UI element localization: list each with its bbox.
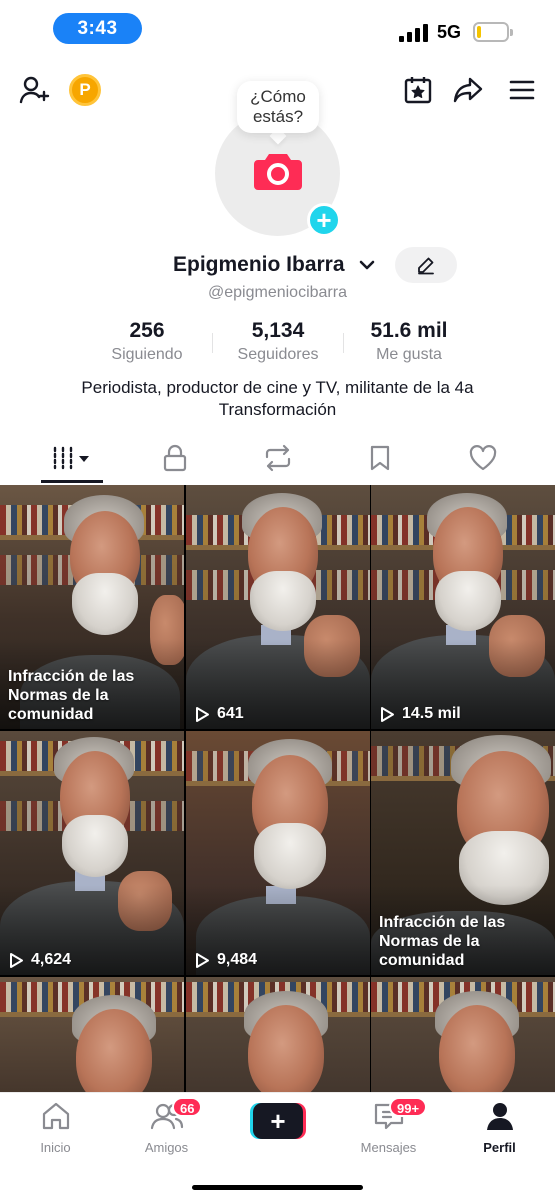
view-count: 9,484 xyxy=(195,951,257,969)
menu-icon[interactable] xyxy=(504,72,540,108)
view-count: 14.5 mil xyxy=(380,705,461,723)
divider xyxy=(212,333,213,353)
camera-icon[interactable] xyxy=(253,150,303,192)
heart-icon xyxy=(469,445,496,471)
play-icon xyxy=(196,952,209,968)
video-thumbnail[interactable]: 9,484 xyxy=(186,731,370,975)
profile-icon xyxy=(486,1103,513,1130)
view-count: 4,624 xyxy=(9,951,71,969)
active-tab-indicator xyxy=(41,480,103,483)
video-grid: Infracción de las Normas de la comunidad… xyxy=(0,485,555,1092)
home-icon xyxy=(42,1102,69,1130)
view-count: 641 xyxy=(195,705,244,723)
stat-label: Siguiendo xyxy=(111,346,183,363)
stat-value: 256 xyxy=(129,319,165,342)
status-time[interactable]: 3:43 xyxy=(53,13,142,44)
view-count-value: 4,624 xyxy=(31,951,72,968)
stat-value: 5,134 xyxy=(251,319,305,342)
stat-label: Me gusta xyxy=(376,346,442,363)
video-thumbnail[interactable]: Infracción de las Normas de la comunidad xyxy=(0,485,184,729)
nav-home[interactable]: Inicio xyxy=(0,1101,111,1155)
stat-likes[interactable]: 51.6 mil Me gusta xyxy=(350,319,468,364)
video-thumbnail[interactable] xyxy=(186,977,370,1092)
nav-label: Mensajes xyxy=(360,1140,417,1155)
share-icon[interactable] xyxy=(450,72,486,108)
tab-reposts[interactable] xyxy=(222,434,333,482)
videos-icon xyxy=(53,446,89,470)
profile-bio: Periodista, productor de cine y TV, mili… xyxy=(81,378,474,419)
nav-friends[interactable]: Amigos xyxy=(111,1101,222,1155)
stat-following[interactable]: 256 Siguiendo xyxy=(88,319,206,364)
violation-label: Infracción de las Normas de la comunidad xyxy=(8,668,135,723)
add-photo-icon[interactable]: + xyxy=(307,203,341,237)
view-count-value: 9,484 xyxy=(217,951,258,968)
inbox-badge: 99+ xyxy=(389,1097,428,1117)
stat-followers[interactable]: 5,134 Seguidores xyxy=(219,319,337,364)
pencil-icon xyxy=(418,257,434,275)
video-thumbnail[interactable]: 641 xyxy=(186,485,370,729)
tab-saved[interactable] xyxy=(324,434,435,482)
add-friend-icon[interactable] xyxy=(16,72,52,108)
video-thumbnail[interactable]: Infracción de las Normas de la comunidad xyxy=(371,731,555,975)
play-icon xyxy=(196,706,209,722)
status-bubble[interactable]: ¿Cómo estás? xyxy=(237,81,319,133)
coins-icon[interactable]: P xyxy=(69,74,101,106)
lock-icon xyxy=(163,444,186,472)
profile-handle: @epigmeniocibarra xyxy=(208,284,347,301)
tab-videos[interactable] xyxy=(17,434,128,482)
bookmark-icon xyxy=(370,445,389,471)
stat-value: 51.6 mil xyxy=(370,319,448,342)
status-bar: 3:43 5G xyxy=(0,0,555,60)
home-indicator xyxy=(192,1185,363,1190)
plus-icon: + xyxy=(253,1103,303,1139)
battery-icon xyxy=(473,22,513,42)
violation-label: Infracción de las Normas de la comunidad xyxy=(379,914,506,969)
network-label: 5G xyxy=(437,22,462,42)
repost-icon xyxy=(265,444,290,472)
video-thumbnail[interactable] xyxy=(0,977,184,1092)
tab-liked[interactable] xyxy=(427,434,538,482)
view-count-value: 641 xyxy=(217,705,244,722)
nav-label: Amigos xyxy=(144,1140,189,1155)
video-thumbnail[interactable] xyxy=(371,977,555,1092)
signal-icon xyxy=(399,24,429,42)
divider xyxy=(343,333,344,353)
create-button[interactable]: + xyxy=(250,1103,306,1139)
tab-private[interactable] xyxy=(119,434,230,482)
chevron-down-icon[interactable] xyxy=(358,258,376,277)
play-icon xyxy=(381,706,394,722)
video-thumbnail[interactable]: 4,624 xyxy=(0,731,184,975)
nav-profile[interactable]: Perfil xyxy=(444,1101,555,1155)
video-thumbnail[interactable]: 14.5 mil xyxy=(371,485,555,729)
profile-name[interactable]: Epigmenio Ibarra xyxy=(173,253,345,277)
friends-badge: 66 xyxy=(172,1097,203,1117)
content-tabs xyxy=(0,434,555,484)
nav-label: Perfil xyxy=(483,1140,516,1155)
view-count-value: 14.5 mil xyxy=(402,705,461,722)
play-icon xyxy=(10,952,23,968)
stat-label: Seguidores xyxy=(237,346,319,363)
bottom-nav: Inicio Amigos 66 + Mensajes 99+ Perfil xyxy=(0,1092,555,1200)
nav-label: Inicio xyxy=(40,1140,71,1155)
calendar-star-icon[interactable] xyxy=(400,72,436,108)
edit-profile-button[interactable] xyxy=(395,247,457,283)
